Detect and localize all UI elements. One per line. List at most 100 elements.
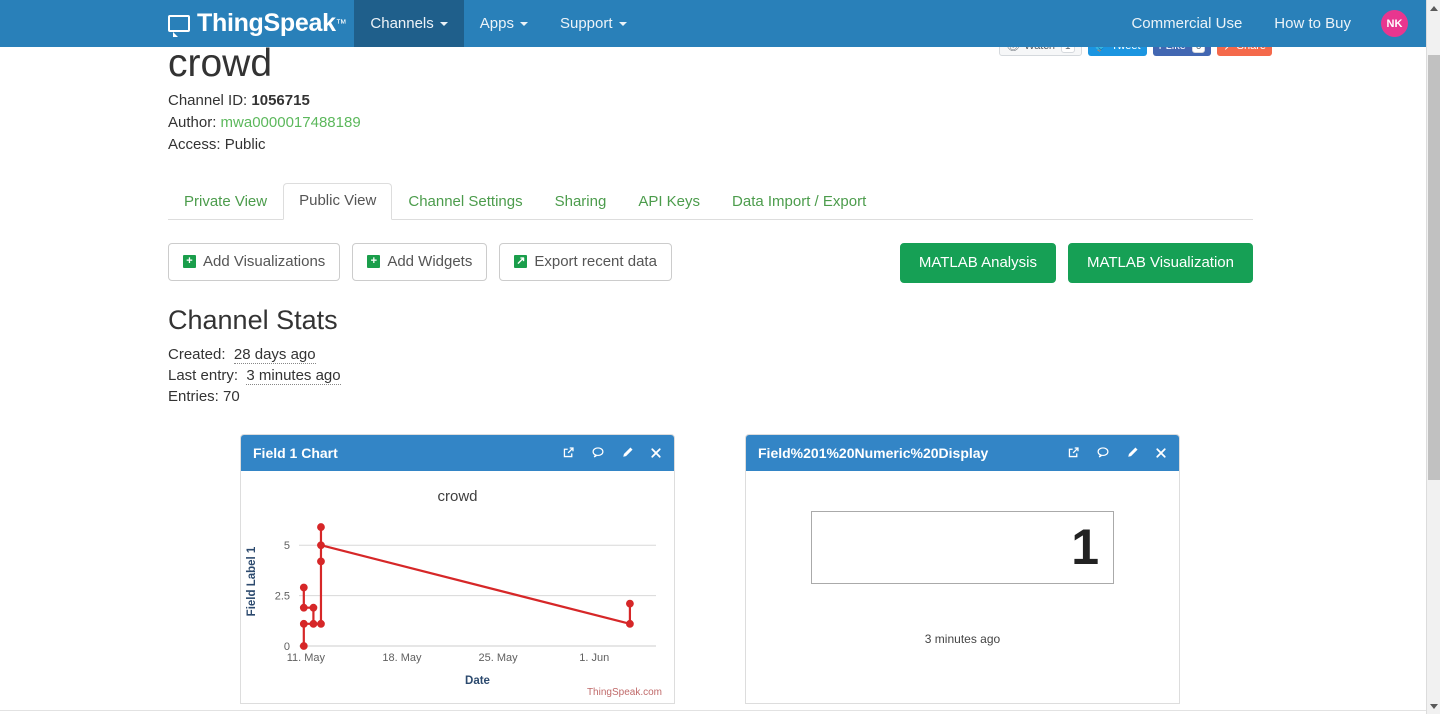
widget-panels: Field 1 Chart crowd 0 2.5 5 11. May 18. … [168, 433, 1258, 704]
export-recent-data-label: Export recent data [534, 252, 657, 270]
svg-text:1. Jun: 1. Jun [579, 652, 609, 664]
trademark-symbol: ™ [335, 17, 347, 30]
svg-text:5: 5 [284, 540, 290, 552]
channel-access-row: Access: Public [168, 134, 1258, 156]
add-widgets-label: Add Widgets [387, 252, 473, 270]
external-link-icon[interactable] [562, 446, 575, 459]
tab-private-view[interactable]: Private View [168, 184, 283, 220]
channel-tabs: Private View Public View Channel Setting… [168, 182, 1253, 220]
nav-item-apps-label: Apps [479, 15, 514, 32]
scroll-up-arrow-icon[interactable] [1427, 0, 1440, 16]
numeric-display-panel-body: 1 3 minutes ago [746, 470, 1179, 703]
export-recent-data-button[interactable]: ↗ Export recent data [499, 242, 672, 281]
stats-entries-label: Entries: [168, 387, 219, 405]
pencil-icon[interactable] [621, 446, 634, 459]
tab-channel-settings[interactable]: Channel Settings [392, 184, 538, 220]
bottom-strip [0, 710, 1426, 714]
plus-icon: + [183, 255, 196, 269]
scrollbar-thumb[interactable] [1428, 55, 1440, 480]
nav-item-support-label: Support [559, 15, 613, 32]
nav-item-apps[interactable]: Apps [464, 0, 544, 47]
content-container: crowd Channel ID: 1056715 Author: mwa000… [0, 42, 1426, 704]
numeric-timestamp: 3 minutes ago [924, 631, 1001, 646]
svg-text:2.5: 2.5 [275, 591, 290, 603]
tab-data-import-export[interactable]: Data Import / Export [716, 184, 882, 220]
close-icon[interactable] [1155, 447, 1167, 459]
svg-text:11. May: 11. May [287, 652, 326, 664]
comment-icon[interactable] [591, 446, 605, 459]
field-1-chart-panel-tools [562, 446, 662, 459]
chevron-down-icon [439, 21, 448, 26]
add-visualizations-button[interactable]: + Add Visualizations [168, 242, 341, 281]
thingspeak-logo[interactable]: ThingSpeak ™ [168, 0, 354, 47]
brand-text: ThingSpeak [197, 9, 336, 37]
add-widgets-button[interactable]: + Add Widgets [352, 242, 488, 281]
stats-last-entry-row: Last entry: 3 minutes ago [168, 365, 1258, 386]
svg-text:25. May: 25. May [479, 652, 519, 664]
channel-id-value: 1056715 [251, 91, 310, 109]
channel-stats-heading: Channel Stats [168, 304, 338, 335]
channel-id-label: Channel ID: [168, 91, 248, 109]
nav-item-how-to-buy[interactable]: How to Buy [1258, 15, 1367, 32]
channel-stats-list: Created: 28 days ago Last entry: 3 minut… [168, 344, 1258, 407]
stats-created-row: Created: 28 days ago [168, 344, 1258, 365]
nav-item-channels-label: Channels [370, 15, 434, 32]
channel-access-value: Public [224, 135, 266, 153]
numeric-value: 1 [1071, 519, 1099, 576]
numeric-display-panel-tools [1067, 446, 1167, 459]
external-link-icon[interactable] [1067, 446, 1080, 459]
field-1-chart-panel: Field 1 Chart crowd 0 2.5 5 11. May 18. … [240, 433, 675, 704]
channel-meta: Channel ID: 1056715 Author: mwa000001748… [168, 90, 1258, 156]
actions-toolbar: + Add Visualizations + Add Widgets ↗ Exp… [168, 242, 1253, 283]
stats-last-entry-label: Last entry: [168, 366, 239, 384]
thingspeak-credit: ThingSpeak.com [586, 686, 662, 698]
svg-text:Field Label 1: Field Label 1 [246, 546, 258, 616]
channel-author-link[interactable]: mwa0000017488189 [221, 114, 361, 131]
nav-item-support[interactable]: Support [544, 0, 643, 47]
tab-sharing[interactable]: Sharing [539, 184, 623, 220]
tab-api-keys[interactable]: API Keys [622, 184, 716, 220]
numeric-display-panel-title: Field%201%20Numeric%20Display [758, 444, 989, 461]
field-1-chart-panel-title: Field 1 Chart [253, 444, 338, 461]
navbar-right-group: Commercial Use How to Buy NK [1115, 0, 1426, 47]
numeric-display-panel-header: Field%201%20Numeric%20Display [746, 434, 1179, 471]
chart-title: crowd [437, 487, 478, 505]
avatar[interactable]: NK [1381, 10, 1408, 37]
channel-access-label: Access: [168, 135, 221, 153]
comment-icon[interactable] [1096, 446, 1110, 459]
stats-entries-value: 70 [223, 387, 240, 405]
page-scrollbar[interactable] [1426, 0, 1440, 714]
top-navbar: ThingSpeak ™ Channels Apps Support Commer… [0, 0, 1426, 47]
channel-id-row: Channel ID: 1056715 [168, 90, 1258, 112]
add-visualizations-label: Add Visualizations [203, 252, 326, 270]
svg-text:18. May: 18. May [382, 652, 422, 664]
chevron-down-icon [618, 21, 627, 26]
plus-icon: + [367, 255, 381, 269]
chevron-down-icon [519, 21, 528, 26]
scroll-down-arrow-icon[interactable] [1427, 698, 1440, 714]
nav-item-how-to-buy-label: How to Buy [1274, 15, 1351, 32]
channel-author-label: Author: [168, 113, 217, 131]
nav-item-commercial-use[interactable]: Commercial Use [1115, 15, 1258, 32]
page-content: crowd Channel ID: 1056715 Author: mwa000… [0, 42, 1426, 714]
stats-created-label: Created: [168, 345, 226, 363]
numeric-value-box: 1 [811, 510, 1114, 584]
matlab-analysis-button[interactable]: MATLAB Analysis [899, 242, 1056, 283]
matlab-visualization-button[interactable]: MATLAB Visualization [1067, 242, 1253, 283]
stats-created-value: 28 days ago [233, 345, 316, 364]
stats-last-entry-value: 3 minutes ago [246, 366, 341, 385]
nav-item-channels[interactable]: Channels [354, 0, 464, 47]
nav-item-commercial-use-label: Commercial Use [1131, 15, 1243, 32]
close-icon[interactable] [650, 447, 662, 459]
pencil-icon[interactable] [1126, 446, 1139, 459]
avatar-initials: NK [1386, 17, 1403, 30]
chart-plot-area: 02.5511. May 18. May 25. May 1. JunDateFiel… [246, 523, 656, 687]
numeric-display-widget: 1 3 minutes ago [746, 471, 1179, 703]
numeric-display-panel: Field%201%20Numeric%20Display 1 3 minute… [745, 433, 1180, 704]
field-1-chart-panel-header: Field 1 Chart [241, 434, 674, 471]
speech-bubble-icon [168, 15, 190, 37]
stats-entries-row: Entries: 70 [168, 386, 1258, 407]
external-link-icon: ↗ [514, 255, 528, 269]
tab-public-view[interactable]: Public View [283, 182, 393, 220]
field-1-chart[interactable]: crowd 0 2.5 5 11. May 18. May 25. May 1. Jun Da… [241, 471, 674, 703]
